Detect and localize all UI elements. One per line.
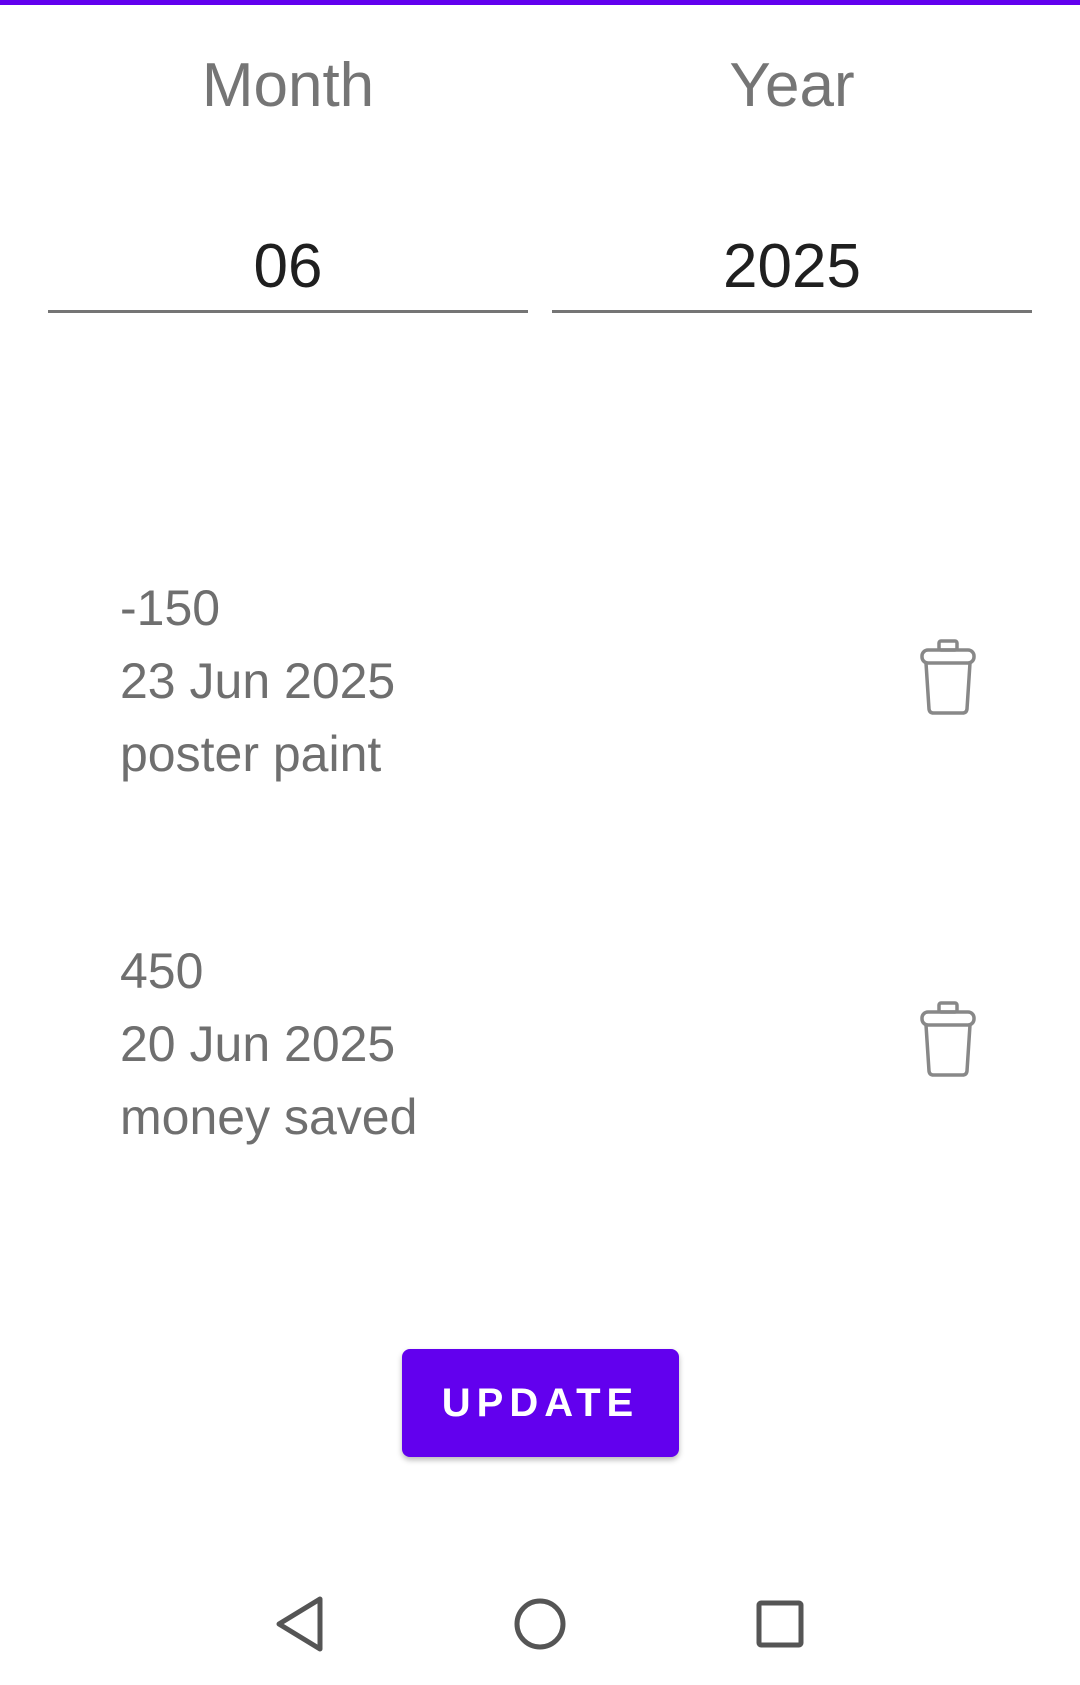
month-label: Month: [201, 51, 375, 120]
entry-amount: 450: [120, 943, 204, 999]
back-triangle-icon[interactable]: [265, 1593, 335, 1655]
top-accent-bar: [0, 0, 1080, 5]
trash-icon[interactable]: [918, 1000, 978, 1078]
trash-icon[interactable]: [918, 638, 978, 716]
entry-date: 23 Jun 2025: [120, 653, 396, 709]
recents-square-icon[interactable]: [745, 1593, 815, 1655]
entry-description: poster paint: [120, 726, 382, 782]
list-item: 450 20 Jun 2025 money saved: [120, 935, 970, 1154]
list-item: -150 23 Jun 2025 poster paint: [120, 572, 970, 791]
month-input[interactable]: 06: [48, 225, 528, 313]
entry-amount: -150: [120, 580, 221, 636]
entry-description: money saved: [120, 1089, 418, 1145]
update-button[interactable]: UPDATE: [402, 1349, 679, 1457]
year-input[interactable]: 2025: [552, 225, 1032, 313]
year-label: Year: [729, 51, 855, 120]
home-circle-icon[interactable]: [505, 1593, 575, 1655]
entry-date: 20 Jun 2025: [120, 1016, 396, 1072]
